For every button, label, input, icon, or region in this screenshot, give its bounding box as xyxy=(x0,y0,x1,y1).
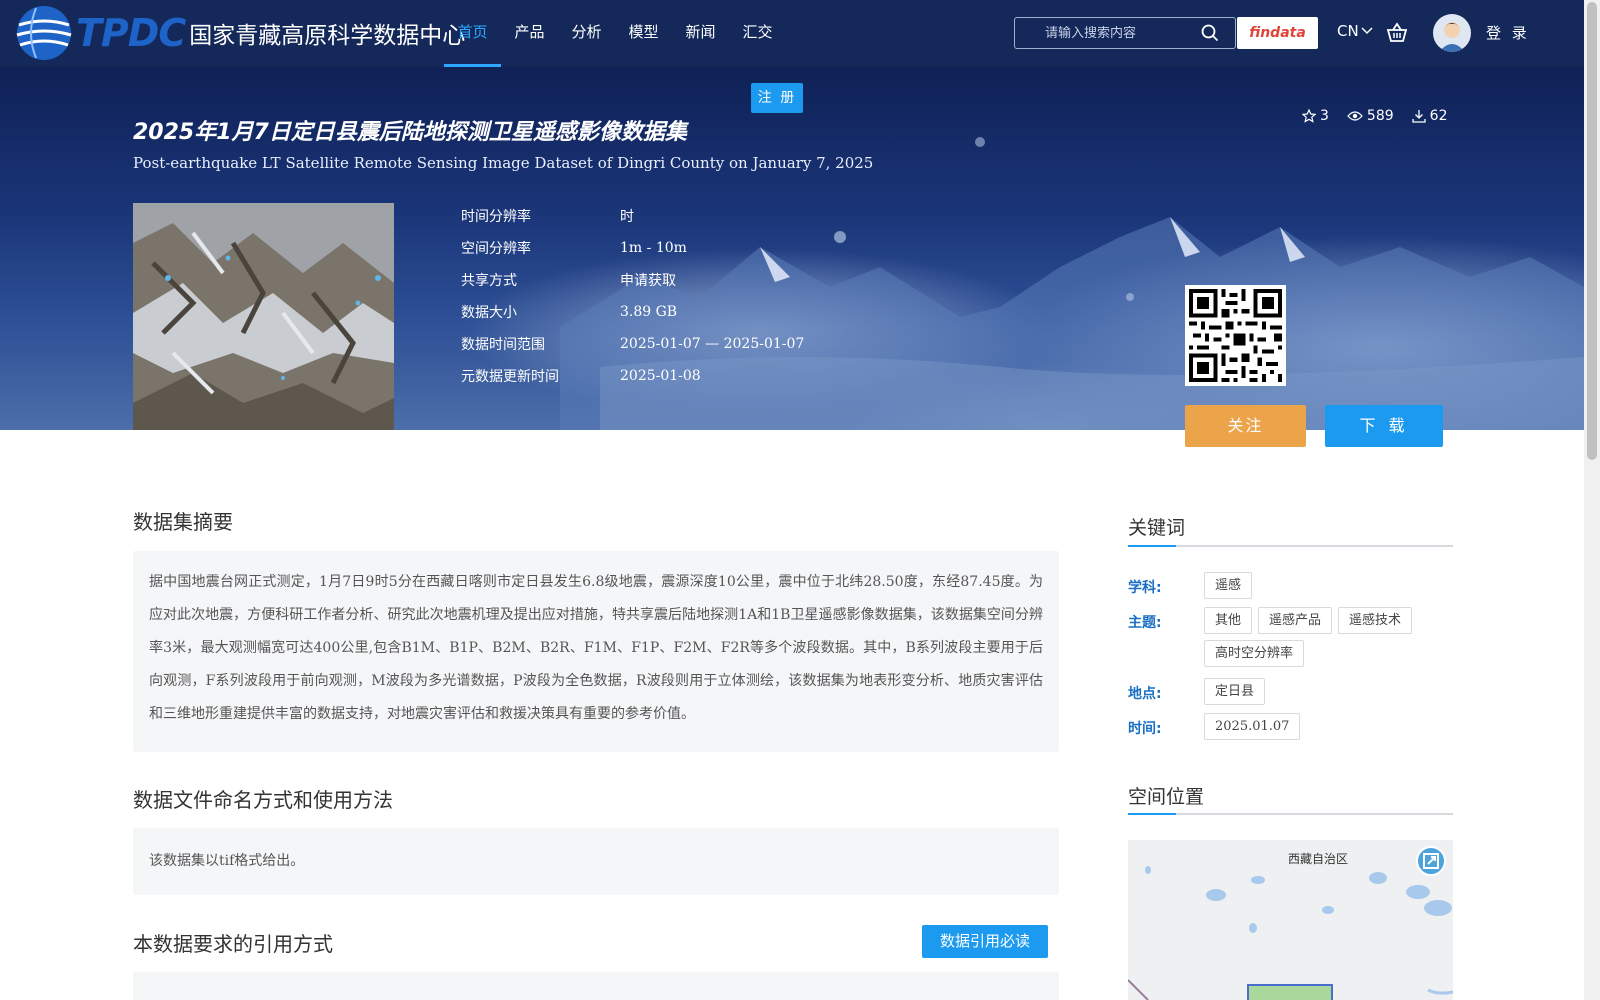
dataset-thumbnail xyxy=(133,203,394,430)
meta-value: 申请获取 xyxy=(620,273,676,289)
keyword-label: 主题: xyxy=(1128,615,1162,631)
register-button[interactable]: 注 册 xyxy=(751,83,803,113)
menu-item-news[interactable]: 新闻 xyxy=(672,0,729,67)
star-icon xyxy=(1302,109,1316,123)
keyword-row-discipline: 学科: 遥感 xyxy=(1128,572,1454,599)
search-icon[interactable] xyxy=(1195,18,1225,48)
location-map[interactable]: 西藏自治区 xyxy=(1128,840,1453,1000)
abstract-box: 据中国地震台网正式测定，1月7日9时5分在西藏日喀则市定日县发生6.8级地震，震… xyxy=(133,551,1059,752)
meta-value: 3.89 GB xyxy=(620,304,678,320)
abstract-text: 据中国地震台网正式测定，1月7日9时5分在西藏日喀则市定日县发生6.8级地震，震… xyxy=(149,574,1043,722)
eye-icon xyxy=(1347,111,1363,121)
keyword-tag[interactable]: 高时空分辨率 xyxy=(1204,640,1305,667)
citation-box xyxy=(133,972,1059,1000)
menu-item-models[interactable]: 模型 xyxy=(615,0,672,67)
main-menu: 首页 产品 分析 模型 新闻 汇交 xyxy=(444,0,786,67)
download-button[interactable]: 下 载 xyxy=(1325,405,1443,447)
scrollbar-thumb[interactable] xyxy=(1587,2,1597,460)
naming-title: 数据文件命名方式和使用方法 xyxy=(133,788,393,812)
language-label: CN xyxy=(1337,22,1359,40)
meta-value: 1m - 10m xyxy=(620,240,687,256)
location-divider xyxy=(1128,813,1453,815)
stars-stat[interactable]: 3 xyxy=(1302,108,1329,124)
downloads-count: 62 xyxy=(1429,108,1448,124)
keywords-title: 关键词 xyxy=(1128,517,1186,539)
meta-label: 元数据更新时间 xyxy=(461,369,559,385)
map-region-label: 西藏自治区 xyxy=(1288,852,1349,866)
top-navbar: TPDC 国家青藏高原科学数据中心 首页 产品 分析 模型 新闻 汇交 find… xyxy=(0,0,1584,67)
qr-code xyxy=(1185,285,1286,386)
meta-label: 数据时间范围 xyxy=(461,337,545,353)
views-stat: 589 xyxy=(1347,108,1394,124)
meta-row: 时间分辨率 时 xyxy=(461,200,804,232)
logo-mark: TPDC xyxy=(76,11,186,55)
findata-button[interactable]: findata xyxy=(1237,17,1318,49)
menu-item-analysis[interactable]: 分析 xyxy=(558,0,615,67)
meta-row: 数据大小 3.89 GB xyxy=(461,296,804,328)
keyword-tags: 遥感 xyxy=(1204,572,1454,599)
avatar[interactable] xyxy=(1433,14,1471,52)
naming-text: 该数据集以tif格式给出。 xyxy=(133,828,1059,895)
location-title: 空间位置 xyxy=(1128,786,1205,808)
keyword-tags: 其他 遥感产品 遥感技术 高时空分辨率 xyxy=(1204,607,1454,667)
logo-name: 国家青藏高原科学数据中心 xyxy=(189,23,466,49)
meta-label: 共享方式 xyxy=(461,273,517,289)
citation-must-read-button[interactable]: 数据引用必读 xyxy=(922,925,1048,958)
keyword-tag[interactable]: 定日县 xyxy=(1204,678,1266,705)
download-icon xyxy=(1412,110,1426,123)
keyword-tag[interactable]: 2025.01.07 xyxy=(1204,713,1301,740)
chevron-down-icon xyxy=(1361,27,1373,35)
keyword-row-place: 地点: 定日县 xyxy=(1128,678,1454,705)
meta-row: 元数据更新时间 2025-01-08 xyxy=(461,360,804,392)
menu-item-products[interactable]: 产品 xyxy=(501,0,558,67)
abstract-title: 数据集摘要 xyxy=(133,510,233,534)
menu-item-home[interactable]: 首页 xyxy=(444,0,501,67)
keywords-divider xyxy=(1128,545,1453,547)
cart-icon[interactable] xyxy=(1386,22,1408,44)
keyword-row-time: 时间: 2025.01.07 xyxy=(1128,713,1454,740)
keyword-tags: 定日县 xyxy=(1204,678,1454,705)
keyword-tag[interactable]: 遥感技术 xyxy=(1338,607,1413,634)
login-link[interactable]: 登 录 xyxy=(1486,22,1530,43)
meta-value: 时 xyxy=(620,209,634,225)
meta-value: 2025-01-07 — 2025-01-07 xyxy=(620,336,805,352)
keyword-label: 地点: xyxy=(1128,686,1162,702)
meta-value: 2025-01-08 xyxy=(620,368,701,384)
dataset-stats: 3 589 62 xyxy=(1302,108,1447,124)
search-input[interactable] xyxy=(1015,25,1195,41)
keyword-tags: 2025.01.07 xyxy=(1204,713,1454,740)
follow-button[interactable]: 关注 xyxy=(1185,405,1306,447)
keyword-tag[interactable]: 其他 xyxy=(1204,607,1253,634)
citation-title: 本数据要求的引用方式 xyxy=(133,932,333,956)
language-selector[interactable]: CN xyxy=(1337,22,1373,40)
keyword-label: 学科: xyxy=(1128,580,1162,596)
expand-map-icon[interactable] xyxy=(1416,846,1446,876)
downloads-stat: 62 xyxy=(1412,108,1448,124)
dataset-title-cn: 2025年1月7日定日县震后陆地探测卫星遥感影像数据集 xyxy=(133,120,687,145)
menu-item-submit[interactable]: 汇交 xyxy=(729,0,786,67)
dataset-meta: 时间分辨率 时 空间分辨率 1m - 10m 共享方式 申请获取 数据大小 3.89 G… xyxy=(461,200,804,392)
keyword-label: 时间: xyxy=(1128,721,1162,737)
site-logo[interactable]: TPDC 国家青藏高原科学数据中心 xyxy=(14,3,465,63)
meta-label: 数据大小 xyxy=(461,305,517,321)
meta-row: 数据时间范围 2025-01-07 — 2025-01-07 xyxy=(461,328,804,360)
meta-label: 空间分辨率 xyxy=(461,241,531,257)
meta-row: 空间分辨率 1m - 10m xyxy=(461,232,804,264)
views-count: 589 xyxy=(1366,108,1394,124)
globe-logo-icon xyxy=(16,6,72,60)
meta-label: 时间分辨率 xyxy=(461,209,531,225)
dataset-title-en: Post-earthquake LT Satellite Remote Sens… xyxy=(133,154,874,172)
keyword-tag[interactable]: 遥感 xyxy=(1204,572,1253,599)
search-box xyxy=(1014,17,1236,49)
keyword-row-theme: 主题: 其他 遥感产品 遥感技术 高时空分辨率 xyxy=(1128,607,1454,667)
meta-row: 共享方式 申请获取 xyxy=(461,264,804,296)
stars-count: 3 xyxy=(1320,108,1329,124)
keyword-tag[interactable]: 遥感产品 xyxy=(1258,607,1333,634)
